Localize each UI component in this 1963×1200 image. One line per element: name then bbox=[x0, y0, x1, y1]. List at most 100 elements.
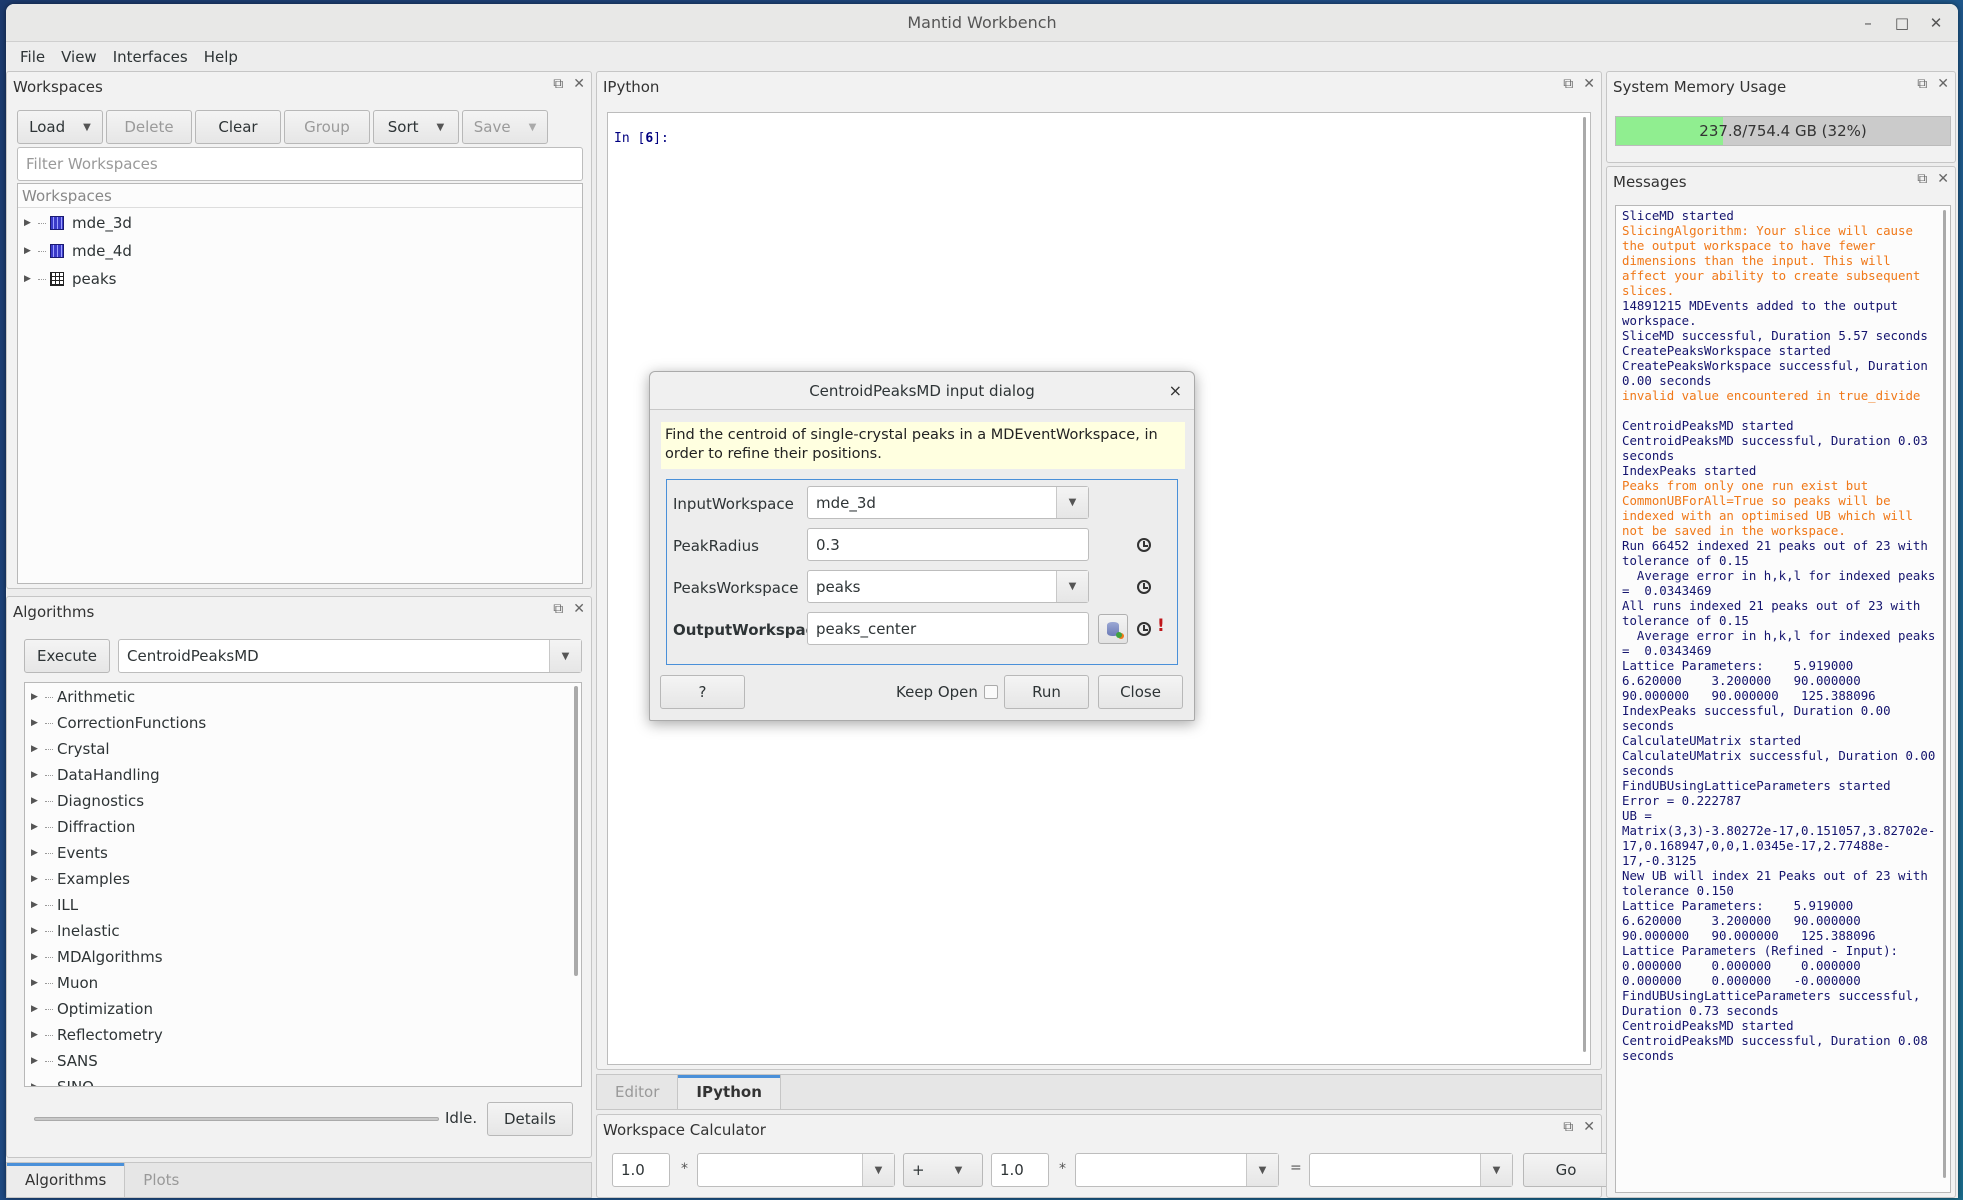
run-button[interactable]: Run bbox=[1004, 675, 1089, 709]
float-dock-icon[interactable]: ⧉ bbox=[1563, 1119, 1573, 1135]
expand-arrow-icon[interactable]: ▶ bbox=[31, 692, 45, 702]
go-button[interactable]: Go bbox=[1523, 1153, 1609, 1187]
dialog-close-icon[interactable]: × bbox=[1169, 381, 1182, 400]
expand-arrow-icon[interactable]: ▶ bbox=[31, 926, 45, 936]
algorithm-category[interactable]: ▶ Reflectometry bbox=[25, 1022, 581, 1048]
close-dock-icon[interactable]: ✕ bbox=[573, 76, 585, 92]
help-button[interactable]: ? bbox=[660, 675, 745, 709]
expand-arrow-icon[interactable]: ▶ bbox=[24, 218, 38, 228]
rhs-workspace-combo[interactable]: ▼ bbox=[1075, 1153, 1279, 1187]
algorithm-category[interactable]: ▶ Inelastic bbox=[25, 918, 581, 944]
close-dock-icon[interactable]: ✕ bbox=[1583, 76, 1595, 92]
history-clock-icon[interactable] bbox=[1137, 622, 1151, 636]
expand-arrow-icon[interactable]: ▶ bbox=[24, 246, 38, 256]
algorithm-category[interactable]: ▶ ILL bbox=[25, 892, 581, 918]
minimize-button[interactable]: – bbox=[1854, 9, 1882, 37]
expand-arrow-icon[interactable]: ▶ bbox=[31, 1004, 45, 1014]
algorithm-category[interactable]: ▶ Crystal bbox=[25, 736, 581, 762]
delete-button[interactable]: Delete bbox=[106, 110, 192, 144]
close-dock-icon[interactable]: ✕ bbox=[573, 601, 585, 617]
algorithm-selector[interactable]: CentroidPeaksMD ▼ bbox=[118, 639, 582, 673]
history-clock-icon[interactable] bbox=[1137, 580, 1151, 594]
messages-scrollbar[interactable] bbox=[1943, 210, 1946, 1178]
workspace-browse-button[interactable] bbox=[1098, 614, 1128, 644]
inputworkspace-combo[interactable]: mde_3d ▼ bbox=[807, 486, 1089, 519]
load-button[interactable]: Load ▼ bbox=[17, 110, 103, 144]
algorithm-category[interactable]: ▶ CorrectionFunctions bbox=[25, 710, 581, 736]
close-dock-icon[interactable]: ✕ bbox=[1937, 76, 1949, 92]
expand-arrow-icon[interactable]: ▶ bbox=[24, 274, 38, 284]
expand-arrow-icon[interactable]: ▶ bbox=[31, 1082, 45, 1086]
expand-arrow-icon[interactable]: ▶ bbox=[31, 900, 45, 910]
chevron-down-icon[interactable]: ▼ bbox=[862, 1154, 894, 1186]
menu-file[interactable]: File bbox=[12, 48, 53, 66]
expand-arrow-icon[interactable]: ▶ bbox=[31, 952, 45, 962]
algorithm-category[interactable]: ▶ Diagnostics bbox=[25, 788, 581, 814]
output-workspace-combo[interactable]: ▼ bbox=[1309, 1153, 1513, 1187]
sort-button[interactable]: Sort ▼ bbox=[373, 110, 459, 144]
menu-interfaces[interactable]: Interfaces bbox=[105, 48, 196, 66]
peaksworkspace-combo[interactable]: peaks ▼ bbox=[807, 570, 1089, 603]
expand-arrow-icon[interactable]: ▶ bbox=[31, 718, 45, 728]
lhs-workspace-combo[interactable]: ▼ bbox=[697, 1153, 895, 1187]
ipython-scrollbar[interactable] bbox=[1583, 117, 1586, 1052]
expand-arrow-icon[interactable]: ▶ bbox=[31, 822, 45, 832]
rhs-scale-input[interactable]: 1.0 bbox=[991, 1153, 1049, 1187]
expand-arrow-icon[interactable]: ▶ bbox=[31, 874, 45, 884]
details-button[interactable]: Details bbox=[487, 1102, 573, 1136]
group-button[interactable]: Group bbox=[284, 110, 370, 144]
history-clock-icon[interactable] bbox=[1137, 538, 1151, 552]
algorithm-category[interactable]: ▶ SINQ bbox=[25, 1074, 581, 1086]
algorithm-category[interactable]: ▶ Optimization bbox=[25, 996, 581, 1022]
algorithm-category[interactable]: ▶ Arithmetic bbox=[25, 684, 581, 710]
workspace-item[interactable]: ▶ mde_4d bbox=[18, 238, 582, 264]
keep-open-checkbox[interactable] bbox=[984, 685, 998, 699]
workspace-item[interactable]: ▶ peaks bbox=[18, 266, 582, 292]
float-dock-icon[interactable]: ⧉ bbox=[553, 76, 563, 92]
chevron-down-icon[interactable]: ▼ bbox=[1246, 1154, 1278, 1186]
algorithm-category[interactable]: ▶ MDAlgorithms bbox=[25, 944, 581, 970]
algorithm-category[interactable]: ▶ Events bbox=[25, 840, 581, 866]
float-dock-icon[interactable]: ⧉ bbox=[1917, 171, 1927, 187]
messages-log[interactable]: SliceMD started SlicingAlgorithm: Your sl… bbox=[1615, 205, 1951, 1193]
chevron-down-icon[interactable]: ▼ bbox=[1056, 571, 1088, 602]
float-dock-icon[interactable]: ⧉ bbox=[1917, 76, 1927, 92]
algorithm-category[interactable]: ▶ SANS bbox=[25, 1048, 581, 1074]
peakradius-input[interactable]: 0.3 bbox=[807, 528, 1089, 561]
chevron-down-icon[interactable]: ▼ bbox=[1056, 487, 1088, 518]
algorithm-tree-scrollbar[interactable] bbox=[574, 686, 578, 976]
clear-button[interactable]: Clear bbox=[195, 110, 281, 144]
chevron-down-icon[interactable]: ▼ bbox=[1480, 1154, 1512, 1186]
lhs-scale-input[interactable]: 1.0 bbox=[612, 1153, 670, 1187]
workspace-item[interactable]: ▶ mde_3d bbox=[18, 210, 582, 236]
execute-button[interactable]: Execute bbox=[24, 639, 110, 673]
close-window-button[interactable]: ✕ bbox=[1922, 9, 1950, 37]
float-dock-icon[interactable]: ⧉ bbox=[1563, 76, 1573, 92]
expand-arrow-icon[interactable]: ▶ bbox=[31, 770, 45, 780]
algorithm-category[interactable]: ▶ DataHandling bbox=[25, 762, 581, 788]
save-button[interactable]: Save ▼ bbox=[462, 110, 548, 144]
tab-ipython[interactable]: IPython bbox=[678, 1075, 781, 1109]
expand-arrow-icon[interactable]: ▶ bbox=[31, 1056, 45, 1066]
close-dock-icon[interactable]: ✕ bbox=[1583, 1119, 1595, 1135]
algorithm-category[interactable]: ▶ Diffraction bbox=[25, 814, 581, 840]
menu-help[interactable]: Help bbox=[196, 48, 246, 66]
operator-combo[interactable]: + ▼ bbox=[903, 1153, 983, 1187]
menu-view[interactable]: View bbox=[53, 48, 105, 66]
chevron-down-icon[interactable]: ▼ bbox=[549, 640, 581, 672]
expand-arrow-icon[interactable]: ▶ bbox=[31, 1030, 45, 1040]
expand-arrow-icon[interactable]: ▶ bbox=[31, 978, 45, 988]
expand-arrow-icon[interactable]: ▶ bbox=[31, 744, 45, 754]
tab-editor[interactable]: Editor bbox=[597, 1075, 679, 1109]
expand-arrow-icon[interactable]: ▶ bbox=[31, 796, 45, 806]
close-dock-icon[interactable]: ✕ bbox=[1937, 171, 1949, 187]
tab-algorithms[interactable]: Algorithms bbox=[7, 1163, 126, 1197]
expand-arrow-icon[interactable]: ▶ bbox=[31, 848, 45, 858]
maximize-button[interactable]: □ bbox=[1888, 9, 1916, 37]
float-dock-icon[interactable]: ⧉ bbox=[553, 601, 563, 617]
algorithm-category[interactable]: ▶ Examples bbox=[25, 866, 581, 892]
tab-plots[interactable]: Plots bbox=[125, 1163, 197, 1197]
close-button[interactable]: Close bbox=[1098, 675, 1183, 709]
outputworkspace-input[interactable]: peaks_center bbox=[807, 612, 1089, 645]
algorithm-category[interactable]: ▶ Muon bbox=[25, 970, 581, 996]
